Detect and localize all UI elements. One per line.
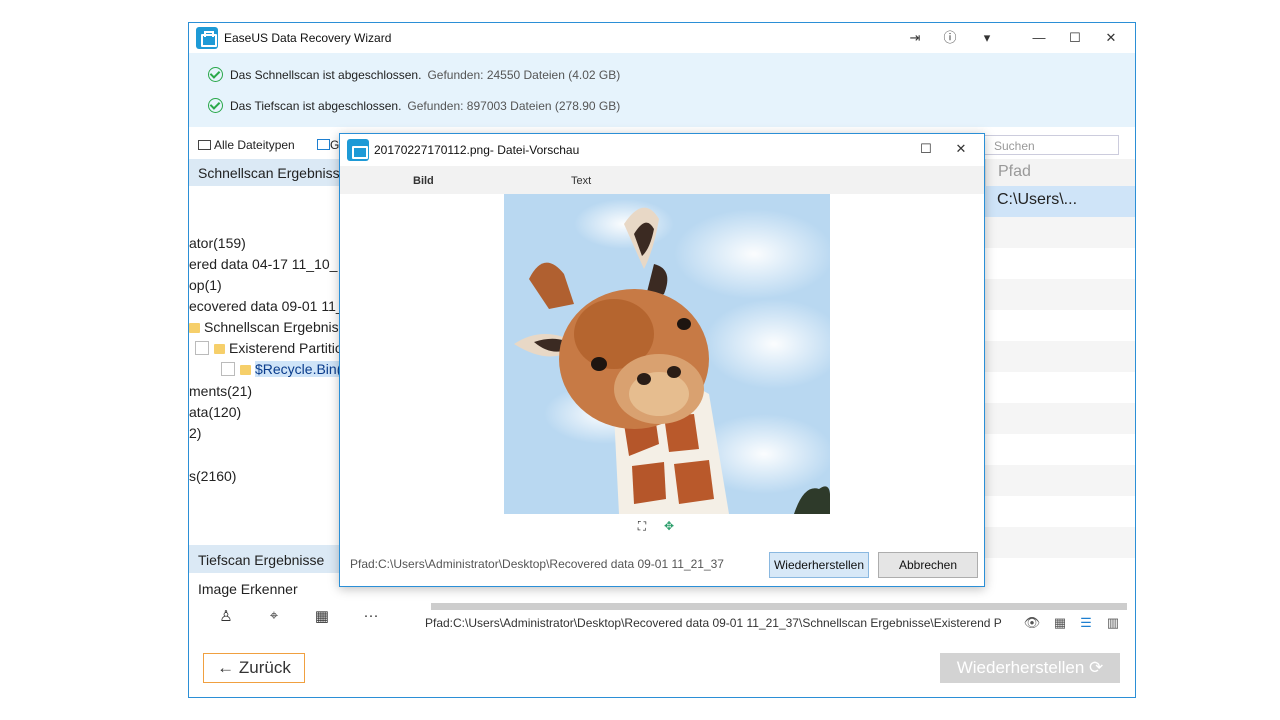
deep-scan-text: Das Tiefscan ist abgeschlossen. <box>230 99 402 113</box>
maximize-icon[interactable]: ☐ <box>914 138 938 160</box>
preview-canvas <box>344 194 982 514</box>
column-header-path[interactable]: Pfad <box>985 159 1135 186</box>
fit-screen-icon[interactable]: ⛶ <box>634 519 650 535</box>
left-tree-panel: Schnellscan Ergebnisse ator(159) ered da… <box>189 159 339 579</box>
tree-item[interactable]: ata(120) <box>189 402 241 422</box>
tree-item[interactable]: ered data 04-17 11_10_ <box>189 254 337 274</box>
tree-item[interactable]: ator(159) <box>189 233 246 253</box>
filter-graphics-label: G <box>330 138 340 152</box>
sign-out-icon[interactable]: ⇥ <box>903 27 927 49</box>
tree-item-label: Existerend Partitio <box>229 340 339 356</box>
tab-text[interactable]: Text <box>571 175 591 187</box>
tree-item-quickscan[interactable]: Schnellscan Ergebniss <box>189 317 339 337</box>
table-row[interactable] <box>985 310 1135 341</box>
table-row[interactable] <box>985 341 1135 372</box>
folder-icon <box>214 344 225 354</box>
deep-scan-status: Das Tiefscan ist abgeschlossen. Gefunden:… <box>208 97 620 115</box>
folder-icon <box>189 323 200 333</box>
table-row[interactable] <box>985 465 1135 496</box>
animal-icon[interactable]: ⌖ <box>264 607 284 627</box>
more-icon[interactable]: ··· <box>361 607 381 627</box>
filter-graphics[interactable]: G <box>317 138 339 152</box>
app-logo-icon <box>196 27 218 49</box>
preview-restore-button[interactable]: Wiederherstellen <box>769 552 869 578</box>
quick-scan-found: Gefunden: 24550 Dateien (4.02 GB) <box>427 68 621 82</box>
image-icon <box>317 139 330 150</box>
eye-icon[interactable]: 👁 <box>1022 613 1042 633</box>
tree-checkbox[interactable] <box>195 341 209 355</box>
tree-item-label: $Recycle.Bin( <box>255 361 339 377</box>
restore-button[interactable]: Wiederherstellen ⟳ <box>940 653 1120 683</box>
tree-item-recycle-bin[interactable]: $Recycle.Bin( <box>221 359 339 379</box>
deep-scan-found: Gefunden: 897003 Dateien (278.90 GB) <box>407 99 621 113</box>
tree-item[interactable]: ecovered data 09-01 11_ <box>189 296 339 316</box>
dialog-title: 20170227170112.png- Datei-Vorschau <box>374 143 580 157</box>
quick-scan-status: Das Schnellscan ist abgeschlossen. Gefund… <box>208 66 620 84</box>
tree-checkbox[interactable] <box>221 362 235 376</box>
dropdown-icon[interactable]: ▾ <box>975 27 999 49</box>
close-icon[interactable]: ✕ <box>1099 27 1123 49</box>
rotate-icon[interactable]: ✥ <box>661 519 677 535</box>
table-row[interactable] <box>985 403 1135 434</box>
tab-image[interactable]: Bild <box>413 175 434 187</box>
filter-all-types-label: Alle Dateitypen <box>214 138 295 152</box>
table-row[interactable] <box>985 372 1135 403</box>
window-title: EaseUS Data Recovery Wizard <box>224 31 392 45</box>
back-button[interactable]: ← Zurück <box>203 653 305 683</box>
tree-item[interactable]: ments(21) <box>189 381 252 401</box>
help-icon[interactable]: ⓘ <box>938 27 962 49</box>
preview-image <box>504 194 830 514</box>
filter-all-types[interactable]: Alle Dateitypen <box>198 138 295 152</box>
current-path: Pfad:C:\Users\Administrator\Desktop\Reco… <box>425 616 1002 630</box>
quick-scan-results-header[interactable]: Schnellscan Ergebnisse <box>189 159 339 186</box>
file-list-panel: Pfad C:\Users\... <box>985 159 1135 599</box>
check-circle-icon <box>208 67 223 82</box>
file-list-hscrollbar[interactable] <box>423 601 1135 611</box>
preview-dialog: 20170227170112.png- Datei-Vorschau ☐ ✕ B… <box>339 133 985 587</box>
preview-path: Pfad:C:\Users\Administrator\Desktop\Reco… <box>350 557 724 571</box>
minimize-icon[interactable]: — <box>1027 27 1051 49</box>
preview-tabs: Bild Text <box>340 166 984 194</box>
person-icon[interactable]: ♙ <box>216 607 236 627</box>
tree-item-label: Schnellscan Ergebniss <box>204 319 339 335</box>
folder-icon <box>240 365 251 375</box>
tree-item[interactable]: 2) <box>189 423 201 443</box>
table-row[interactable] <box>985 434 1135 465</box>
table-row[interactable] <box>985 248 1135 279</box>
search-input[interactable]: Suchen <box>983 135 1119 155</box>
title-bar: EaseUS Data Recovery Wizard ⇥ ⓘ ▾ — ☐ ✕ <box>189 23 1135 53</box>
giraffe-picture <box>504 194 830 514</box>
grid-icon[interactable]: ▦ <box>1050 613 1070 633</box>
building-icon[interactable]: ▦ <box>312 607 332 627</box>
table-row-selected[interactable]: C:\Users\... <box>985 186 1135 217</box>
detail-icon[interactable]: ▥ <box>1103 613 1123 633</box>
tree-item-partition[interactable]: Existerend Partitio <box>195 338 339 358</box>
table-row[interactable] <box>985 279 1135 310</box>
search-placeholder: Suchen <box>994 139 1035 153</box>
scan-status-panel: Das Schnellscan ist abgeschlossen. Gefund… <box>189 53 1135 127</box>
tree-item[interactable]: op(1) <box>189 275 222 295</box>
hscroll-thumb[interactable] <box>431 603 1127 610</box>
list-icon[interactable]: ☰ <box>1076 613 1096 633</box>
maximize-icon[interactable]: ☐ <box>1063 27 1087 49</box>
app-logo-icon <box>347 139 369 161</box>
table-row[interactable] <box>985 527 1135 558</box>
table-row[interactable] <box>985 496 1135 527</box>
quick-scan-text: Das Schnellscan ist abgeschlossen. <box>230 68 422 82</box>
check-circle-icon <box>208 98 223 113</box>
preview-cancel-button[interactable]: Abbrechen <box>878 552 978 578</box>
table-row[interactable] <box>985 558 1135 589</box>
table-row[interactable] <box>985 217 1135 248</box>
close-icon[interactable]: ✕ <box>949 138 973 160</box>
tree-item[interactable]: s(2160) <box>189 466 236 486</box>
monitor-icon <box>198 140 211 150</box>
